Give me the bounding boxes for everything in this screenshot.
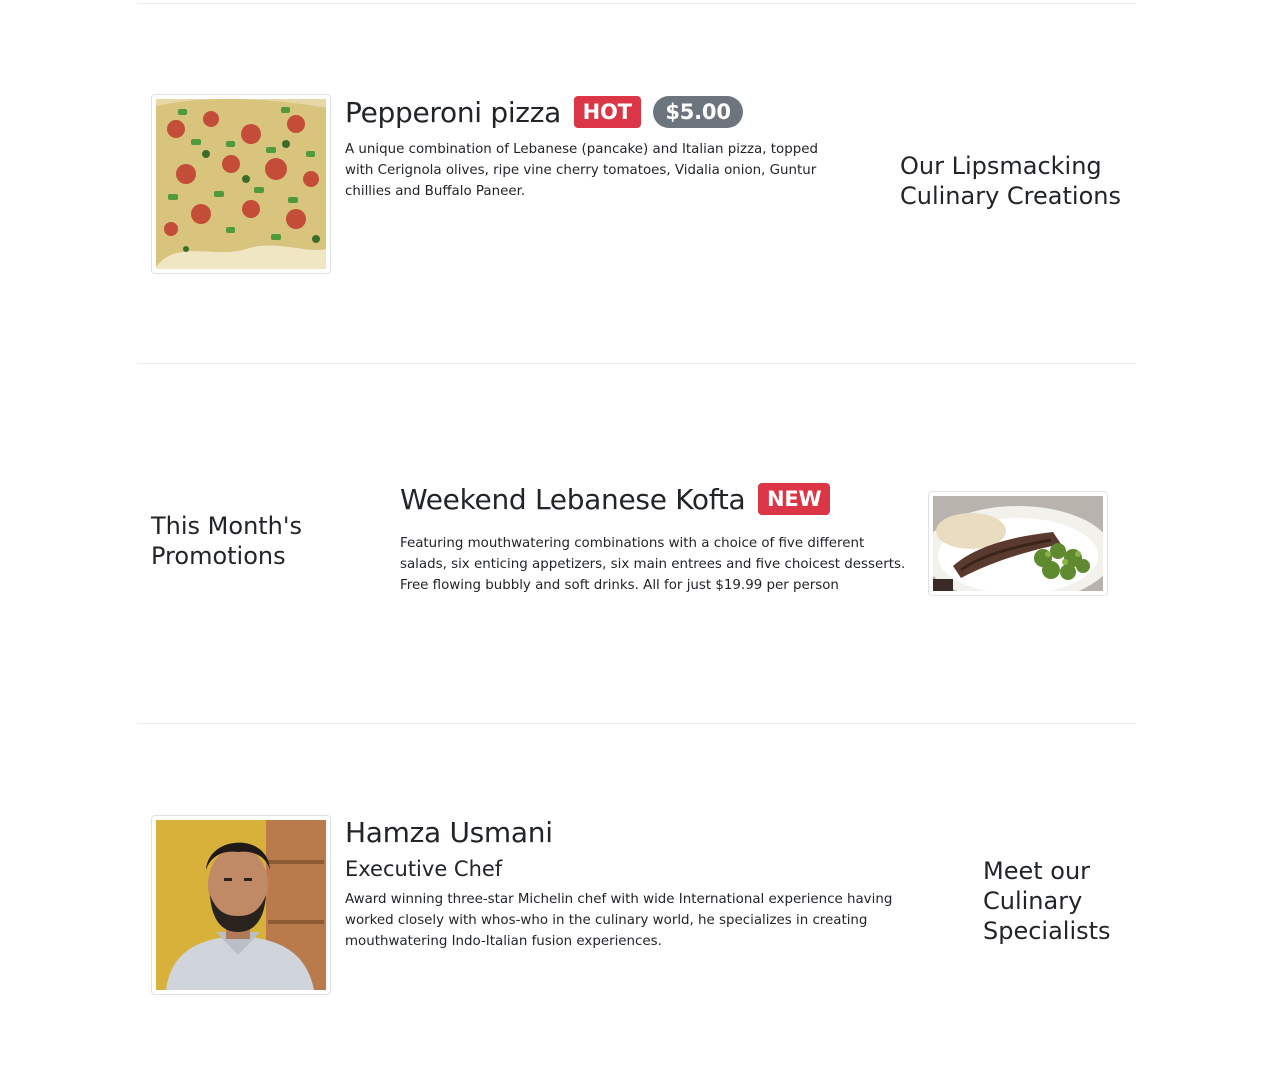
- promotion-title: Weekend Lebanese Kofta NEW: [400, 483, 915, 517]
- page: Pepperoni pizza HOT $5.00 A unique combi…: [0, 0, 1276, 1072]
- pizza-image: [156, 99, 326, 269]
- dish-body: Pepperoni pizza HOT $5.00 A unique combi…: [345, 96, 845, 202]
- leader-description: Award winning three-star Michelin chef w…: [345, 892, 893, 949]
- section-heading-culinary-creations: Our Lipsmacking Culinary Creations: [900, 152, 1121, 210]
- leader-body: Hamza Usmani Executive Chef Award winnin…: [345, 816, 935, 952]
- leader-thumbnail[interactable]: [151, 815, 331, 995]
- promotion-description: Featuring mouthwatering combinations wit…: [400, 536, 906, 593]
- promotion-name: Weekend Lebanese Kofta: [400, 483, 746, 516]
- divider: [137, 363, 1136, 364]
- divider: [137, 723, 1136, 724]
- section-heading-culinary-specialists: Meet our Culinary Specialists: [983, 857, 1111, 945]
- dish-name: Pepperoni pizza: [345, 96, 561, 129]
- new-badge: NEW: [757, 483, 831, 515]
- dish-description: A unique combination of Lebanese (pancak…: [345, 142, 818, 199]
- price-badge: $5.00: [653, 96, 743, 128]
- chef-avatar: [156, 820, 326, 990]
- promotion-body: Weekend Lebanese Kofta NEW Featuring mou…: [400, 483, 915, 596]
- hot-badge: HOT: [573, 96, 641, 128]
- divider: [137, 3, 1136, 4]
- section-heading-promotions: This Month's Promotions: [151, 512, 302, 570]
- leader-name: Hamza Usmani: [345, 816, 553, 849]
- dish-thumbnail[interactable]: [151, 94, 331, 274]
- kofta-image: [933, 496, 1103, 591]
- promotion-thumbnail[interactable]: [928, 491, 1108, 596]
- leader-designation: Executive Chef: [345, 857, 503, 881]
- dish-title: Pepperoni pizza HOT $5.00: [345, 96, 845, 130]
